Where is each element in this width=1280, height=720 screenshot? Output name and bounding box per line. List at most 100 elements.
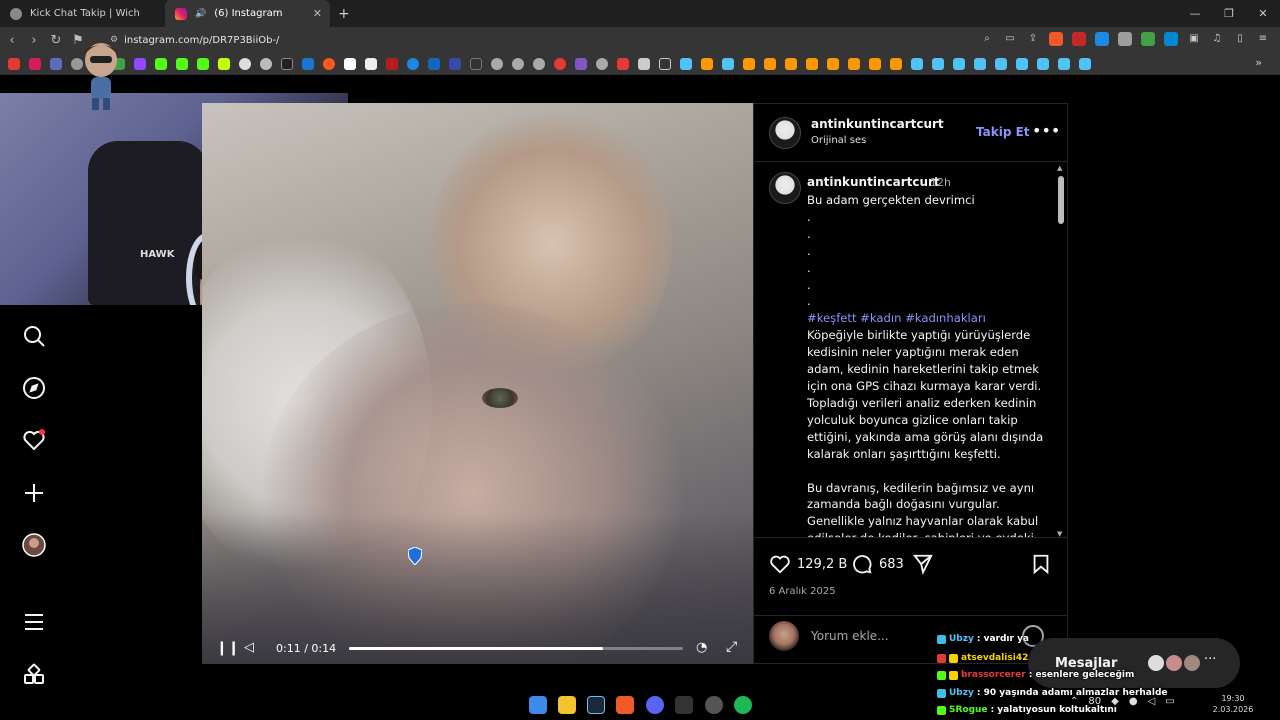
globe-bookmark-icon[interactable] (533, 57, 545, 70)
save-button[interactable] (1030, 553, 1052, 575)
bookmark-icon[interactable] (260, 57, 272, 70)
extension-icon[interactable] (1095, 32, 1109, 46)
bookmark-icon[interactable] (806, 57, 818, 70)
spotify-icon[interactable] (734, 696, 752, 714)
globe-bookmark-icon[interactable] (512, 57, 524, 70)
bookmark-icon[interactable] (344, 57, 356, 70)
reload-button[interactable]: ↻ (46, 33, 66, 48)
profile-avatar[interactable] (22, 533, 46, 557)
bookmark-icon[interactable] (638, 57, 650, 70)
back-button[interactable]: ‹ (2, 33, 22, 48)
video-progress-bar[interactable] (349, 647, 683, 650)
maximize-button[interactable]: ❐ (1212, 0, 1246, 27)
bookmark-icon[interactable] (701, 57, 713, 70)
bookmark-icon[interactable] (827, 57, 839, 70)
steam-icon[interactable] (587, 696, 605, 714)
extension-icon[interactable] (1118, 32, 1132, 46)
steam-bookmark-icon[interactable] (1037, 57, 1049, 70)
playback-speed-icon[interactable]: ◔ (696, 640, 707, 655)
url-field[interactable]: ⚙ instagram.com/p/DR7P3BiiOb-/ (110, 35, 279, 46)
caption-author-avatar[interactable] (769, 172, 801, 204)
bookmark-icon[interactable] (365, 57, 377, 70)
bookmark-icon[interactable] (764, 57, 776, 70)
twitch-bookmark-icon[interactable] (134, 57, 146, 70)
bookmark-icon[interactable] (554, 57, 566, 70)
close-tab-icon[interactable]: ✕ (313, 7, 322, 20)
caption-scrollbar[interactable]: ▲ ▼ (1057, 164, 1065, 537)
discord-icon[interactable] (646, 696, 664, 714)
bookmark-icon[interactable] (239, 57, 251, 70)
zoom-icon[interactable]: ⌕ (980, 32, 994, 46)
follow-button[interactable]: Takip Et (976, 125, 1030, 139)
forward-button[interactable]: › (24, 33, 44, 48)
new-tab-button[interactable]: + (338, 6, 350, 22)
instagram-bookmark-icon[interactable] (29, 57, 41, 70)
kick-bookmark-icon[interactable] (197, 57, 209, 70)
cast-icon[interactable]: ▭ (1003, 32, 1017, 46)
extension-icon[interactable] (1164, 32, 1178, 46)
bookmark-icon[interactable] (848, 57, 860, 70)
steam-bookmark-icon[interactable] (680, 57, 692, 70)
app-icon[interactable] (675, 696, 693, 714)
explore-icon[interactable] (22, 376, 46, 400)
bookmark-icon[interactable] (575, 57, 587, 70)
close-window-button[interactable]: ✕ (1246, 0, 1280, 27)
bookmark-icon[interactable] (890, 57, 902, 70)
tab-kick-chat[interactable]: Kick Chat Takip | Wich (0, 0, 165, 27)
scroll-up-icon[interactable]: ▲ (1057, 164, 1062, 172)
microphone-icon[interactable]: ● (1129, 696, 1138, 707)
audio-label[interactable]: Orijinal ses (811, 135, 866, 146)
extension-icon[interactable] (1141, 32, 1155, 46)
minimize-button[interactable]: — (1178, 0, 1212, 27)
speaker-icon[interactable]: ◁ (1148, 696, 1156, 707)
volume-icon[interactable]: ◁ (244, 640, 254, 655)
bookmark-icon[interactable] (743, 57, 755, 70)
bookmark-icon[interactable] (218, 57, 230, 70)
comment-input[interactable]: Yorum ekle... (811, 629, 889, 643)
author-avatar[interactable] (769, 117, 801, 149)
tab-instagram[interactable]: 🔊 (6) Instagram ✕ (165, 0, 330, 27)
notifications-heart-icon[interactable] (22, 428, 46, 452)
brave-browser-icon[interactable] (616, 696, 634, 714)
bookmark-icon[interactable] (470, 57, 482, 70)
share-icon[interactable]: ⇪ (1026, 32, 1040, 46)
steam-bookmark-icon[interactable] (995, 57, 1007, 70)
youtube-bookmark-icon[interactable] (8, 57, 20, 70)
kick-bookmark-icon[interactable] (176, 57, 188, 70)
apps-grid-icon[interactable] (22, 663, 46, 687)
menu-icon[interactable]: ≡ (1256, 32, 1270, 46)
x-bookmark-icon[interactable] (281, 57, 293, 70)
globe-bookmark-icon[interactable] (596, 57, 608, 70)
more-options-icon[interactable]: ••• (1032, 121, 1060, 140)
bookmark-icon[interactable] (50, 57, 62, 70)
steam-bookmark-icon[interactable] (1016, 57, 1028, 70)
sidebar-icon[interactable]: ▯ (1233, 32, 1247, 46)
scrollbar-thumb[interactable] (1058, 176, 1064, 224)
chevron-up-icon[interactable]: ⌃ (1070, 696, 1078, 707)
obs-icon[interactable] (705, 696, 723, 714)
more-icon[interactable]: ··· (1204, 652, 1216, 667)
steam-tray-icon[interactable]: ◆ (1111, 696, 1119, 707)
bookmark-icon[interactable] (386, 57, 398, 70)
steam-bookmark-icon[interactable] (911, 57, 923, 70)
globe-bookmark-icon[interactable] (491, 57, 503, 70)
reel-video[interactable] (202, 103, 753, 664)
fullscreen-icon[interactable]: ⤢ (726, 639, 737, 655)
comment-button[interactable]: 683 (851, 553, 904, 575)
reddit-bookmark-icon[interactable] (323, 57, 335, 70)
create-plus-icon[interactable] (22, 481, 46, 505)
steam-bookmark-icon[interactable] (1079, 57, 1091, 70)
bookmark-icon[interactable] (785, 57, 797, 70)
brave-shield-icon[interactable] (1049, 32, 1063, 46)
bookmark-icon[interactable] (428, 57, 440, 70)
network-icon[interactable]: ▭ (1165, 696, 1174, 707)
steam-bookmark-icon[interactable] (953, 57, 965, 70)
bookmark-icon[interactable] (407, 57, 419, 70)
file-explorer-icon[interactable] (558, 696, 576, 714)
scroll-down-icon[interactable]: ▼ (1057, 530, 1062, 537)
share-button[interactable] (912, 553, 934, 575)
extension-icon[interactable] (1072, 32, 1086, 46)
bookmark-icon[interactable] (302, 57, 314, 70)
pause-icon[interactable]: ❙❙ (216, 640, 239, 656)
search-icon[interactable] (22, 324, 46, 348)
